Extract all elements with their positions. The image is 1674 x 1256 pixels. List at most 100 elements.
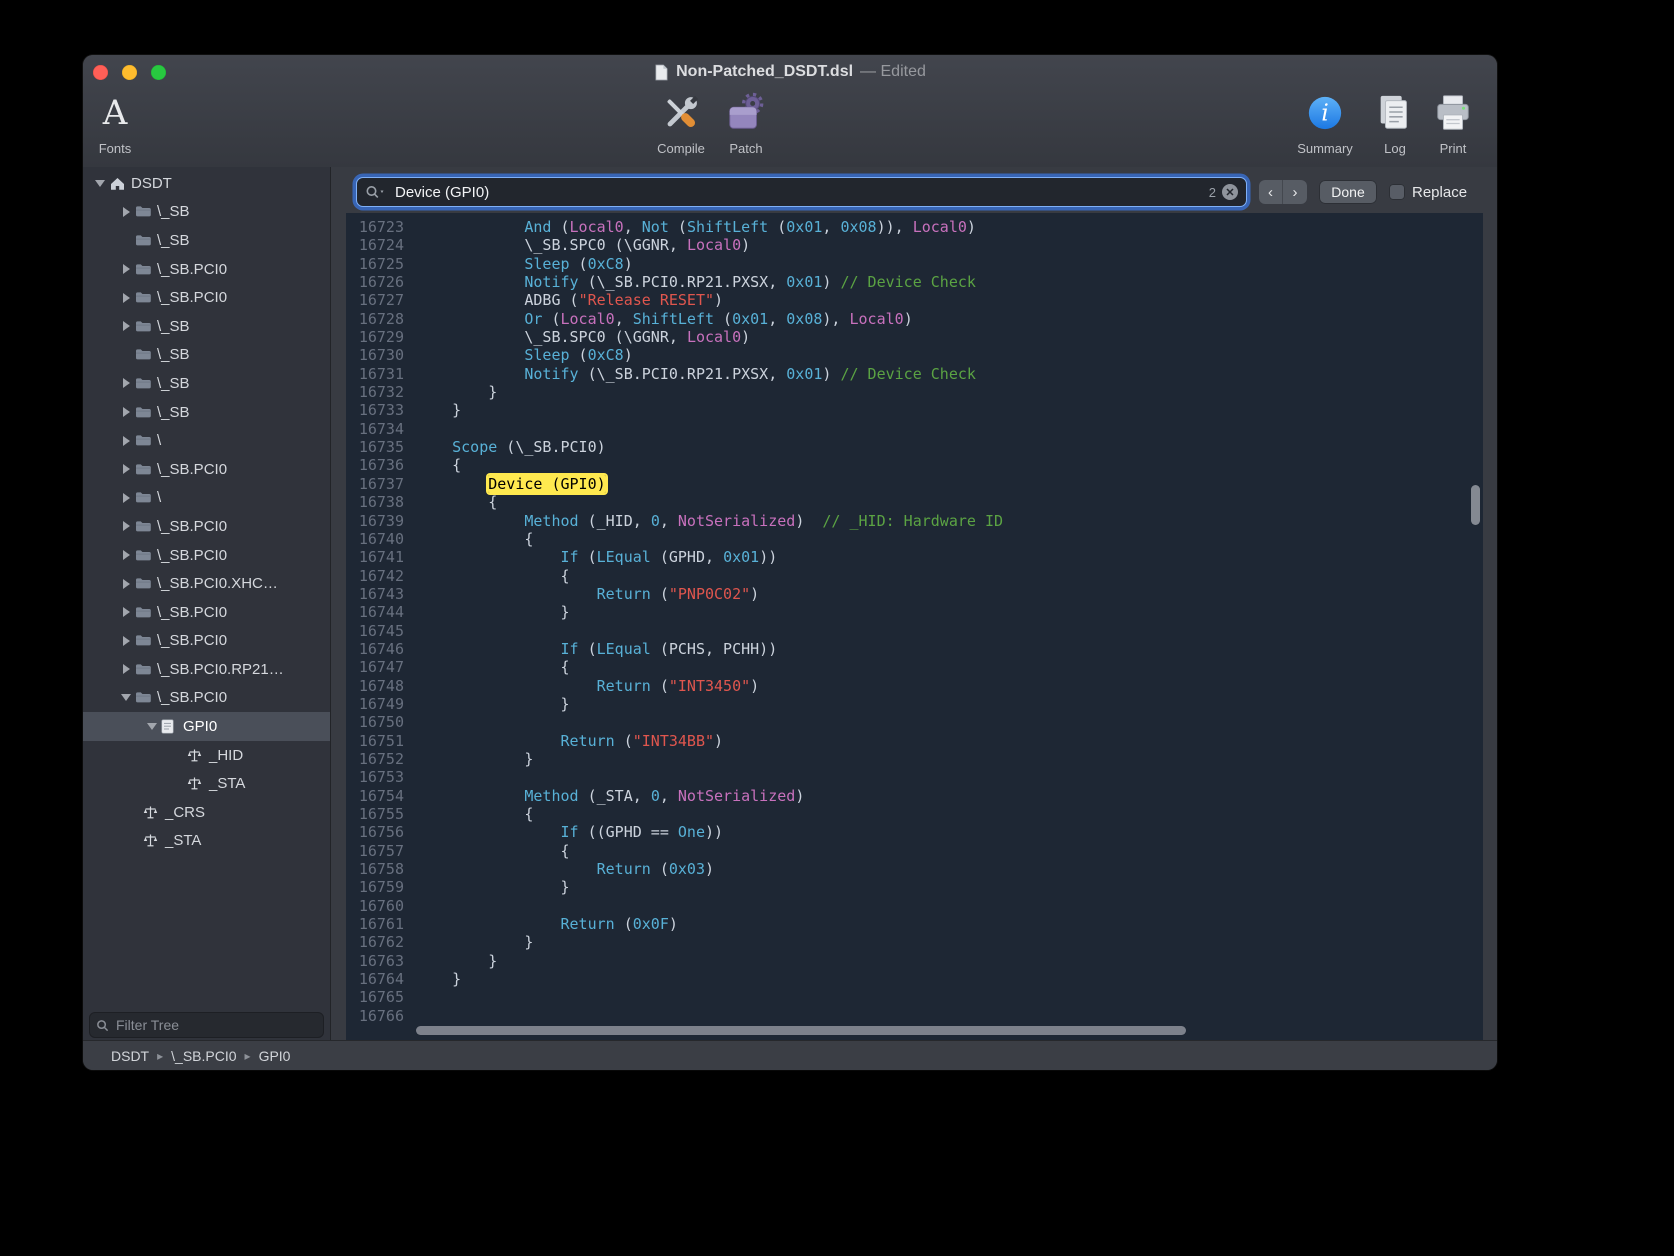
line-number: 16763 bbox=[346, 952, 416, 970]
tree-item-sb[interactable]: \_SB bbox=[83, 312, 330, 341]
tree-item-hid[interactable]: _HID bbox=[83, 741, 330, 770]
tree-item-sb[interactable]: \_SB bbox=[83, 369, 330, 398]
tree-item-sb[interactable]: \_SB bbox=[83, 226, 330, 255]
print-button[interactable]: Print bbox=[1425, 87, 1481, 163]
compile-button[interactable]: Compile bbox=[649, 87, 713, 163]
code-line: 16743 Return ("PNP0C02") bbox=[346, 585, 1483, 603]
folder-icon bbox=[135, 691, 157, 704]
patch-label: Patch bbox=[729, 141, 762, 156]
tree-item-sb[interactable]: \_SB bbox=[83, 198, 330, 227]
line-number: 16753 bbox=[346, 768, 416, 786]
tree-item-label: GPI0 bbox=[183, 718, 217, 735]
disclosure-triangle-collapsed[interactable] bbox=[117, 321, 135, 331]
line-number: 16732 bbox=[346, 383, 416, 401]
tree-item-crs[interactable]: _CRS bbox=[83, 798, 330, 827]
window-chrome: Non-Patched_DSDT.dsl — Edited A Fonts bbox=[83, 55, 1497, 168]
code-text: { bbox=[416, 493, 497, 511]
find-next-button[interactable]: › bbox=[1283, 180, 1307, 204]
log-button[interactable]: Log bbox=[1369, 87, 1421, 163]
breadcrumb-separator: ▸ bbox=[157, 1049, 163, 1063]
folder-icon bbox=[135, 348, 157, 361]
code-editor[interactable]: 16723 And (Local0, Not (ShiftLeft (0x01,… bbox=[346, 213, 1483, 1041]
code-text: And (Local0, Not (ShiftLeft (0x01, 0x08)… bbox=[416, 218, 976, 236]
code-text: } bbox=[416, 383, 497, 401]
tree-item-sb[interactable]: \_SB bbox=[83, 341, 330, 370]
code-text: \_SB.SPC0 (\GGNR, Local0) bbox=[416, 328, 750, 346]
code-line: 16741 If (LEqual (GPHD, 0x01)) bbox=[346, 548, 1483, 566]
line-number: 16765 bbox=[346, 988, 416, 1006]
breadcrumb-item[interactable]: \_SB.PCI0 bbox=[171, 1048, 236, 1064]
tree-item-root[interactable]: \ bbox=[83, 426, 330, 455]
disclosure-triangle-collapsed[interactable] bbox=[117, 664, 135, 674]
code-text: } bbox=[416, 401, 461, 419]
folder-icon bbox=[135, 520, 157, 533]
fonts-button[interactable]: A Fonts bbox=[89, 87, 141, 163]
disclosure-triangle-collapsed[interactable] bbox=[117, 579, 135, 589]
tree-item-sb-pci0-xhc[interactable]: \_SB.PCI0.XHC… bbox=[83, 569, 330, 598]
disclosure-triangle-collapsed[interactable] bbox=[117, 493, 135, 503]
disclosure-triangle-collapsed[interactable] bbox=[117, 607, 135, 617]
line-number: 16762 bbox=[346, 933, 416, 951]
disclosure-triangle-collapsed[interactable] bbox=[117, 464, 135, 474]
horizontal-scrollbar-thumb[interactable] bbox=[416, 1026, 1186, 1035]
tree-item-sb[interactable]: \_SB bbox=[83, 398, 330, 427]
disclosure-triangle-collapsed[interactable] bbox=[117, 264, 135, 274]
line-number: 16735 bbox=[346, 438, 416, 456]
disclosure-triangle-collapsed[interactable] bbox=[117, 407, 135, 417]
tree-item-gpi0[interactable]: GPI0 bbox=[83, 712, 330, 741]
summary-button[interactable]: i Summary bbox=[1291, 87, 1359, 163]
code-text: } bbox=[416, 933, 533, 951]
disclosure-triangle-collapsed[interactable] bbox=[117, 293, 135, 303]
disclosure-triangle-collapsed[interactable] bbox=[117, 521, 135, 531]
line-number: 16745 bbox=[346, 622, 416, 640]
find-previous-button[interactable]: ‹ bbox=[1259, 180, 1283, 204]
replace-checkbox[interactable] bbox=[1389, 184, 1405, 200]
find-input[interactable] bbox=[393, 183, 1203, 202]
tree-item-sb-pci0[interactable]: \_SB.PCI0 bbox=[83, 541, 330, 570]
breadcrumb-item[interactable]: GPI0 bbox=[259, 1048, 291, 1064]
code-line: 16763 } bbox=[346, 952, 1483, 970]
code-text: Device (GPI0) bbox=[416, 475, 606, 493]
summary-label: Summary bbox=[1297, 141, 1353, 156]
tree-item-sb-pci0[interactable]: \_SB.PCI0 bbox=[83, 627, 330, 656]
line-number: 16731 bbox=[346, 365, 416, 383]
filter-tree-input[interactable] bbox=[114, 1016, 317, 1034]
tree-item-sta[interactable]: _STA bbox=[83, 827, 330, 856]
compile-label: Compile bbox=[657, 141, 705, 156]
tree-item-sb-pci0[interactable]: \_SB.PCI0 bbox=[83, 684, 330, 713]
disclosure-triangle-collapsed[interactable] bbox=[117, 207, 135, 217]
disclosure-triangle-collapsed[interactable] bbox=[117, 378, 135, 388]
line-number: 16750 bbox=[346, 713, 416, 731]
done-button[interactable]: Done bbox=[1319, 180, 1377, 204]
tree-item-sb-pci0-rp21[interactable]: \_SB.PCI0.RP21… bbox=[83, 655, 330, 684]
tree-item-dsdt[interactable]: DSDT bbox=[83, 169, 330, 198]
tree-item-sb-pci0[interactable]: \_SB.PCI0 bbox=[83, 455, 330, 484]
disclosure-triangle-collapsed[interactable] bbox=[117, 636, 135, 646]
line-number: 16754 bbox=[346, 787, 416, 805]
code-line: 16729 \_SB.SPC0 (\GGNR, Local0) bbox=[346, 328, 1483, 346]
tree-item-root[interactable]: \ bbox=[83, 484, 330, 513]
patch-icon bbox=[725, 87, 767, 139]
filter-tree-field[interactable] bbox=[89, 1012, 324, 1038]
disclosure-triangle-collapsed[interactable] bbox=[117, 436, 135, 446]
clear-search-icon[interactable]: ✕ bbox=[1222, 184, 1238, 200]
patch-button[interactable]: Patch bbox=[716, 87, 776, 163]
disclosure-triangle-expanded[interactable] bbox=[143, 723, 161, 730]
find-field[interactable]: 2 ✕ bbox=[356, 177, 1247, 207]
disclosure-triangle-expanded[interactable] bbox=[91, 180, 109, 187]
tree-item-sb-pci0[interactable]: \_SB.PCI0 bbox=[83, 512, 330, 541]
line-number: 16723 bbox=[346, 218, 416, 236]
titlebar: Non-Patched_DSDT.dsl — Edited bbox=[83, 61, 1497, 83]
breadcrumb-item[interactable]: DSDT bbox=[111, 1048, 149, 1064]
tree-item-sta[interactable]: _STA bbox=[83, 769, 330, 798]
tree-item-sb-pci0[interactable]: \_SB.PCI0 bbox=[83, 255, 330, 284]
line-number: 16738 bbox=[346, 493, 416, 511]
tree-item-sb-pci0[interactable]: \_SB.PCI0 bbox=[83, 283, 330, 312]
replace-label: Replace bbox=[1412, 184, 1467, 201]
breadcrumb: DSDT▸\_SB.PCI0▸GPI0 bbox=[111, 1048, 290, 1064]
tree-item-label: \_SB.PCI0 bbox=[157, 604, 227, 621]
disclosure-triangle-collapsed[interactable] bbox=[117, 550, 135, 560]
tree-item-sb-pci0[interactable]: \_SB.PCI0 bbox=[83, 598, 330, 627]
vertical-scrollbar-thumb[interactable] bbox=[1471, 485, 1480, 525]
disclosure-triangle-expanded[interactable] bbox=[117, 694, 135, 701]
